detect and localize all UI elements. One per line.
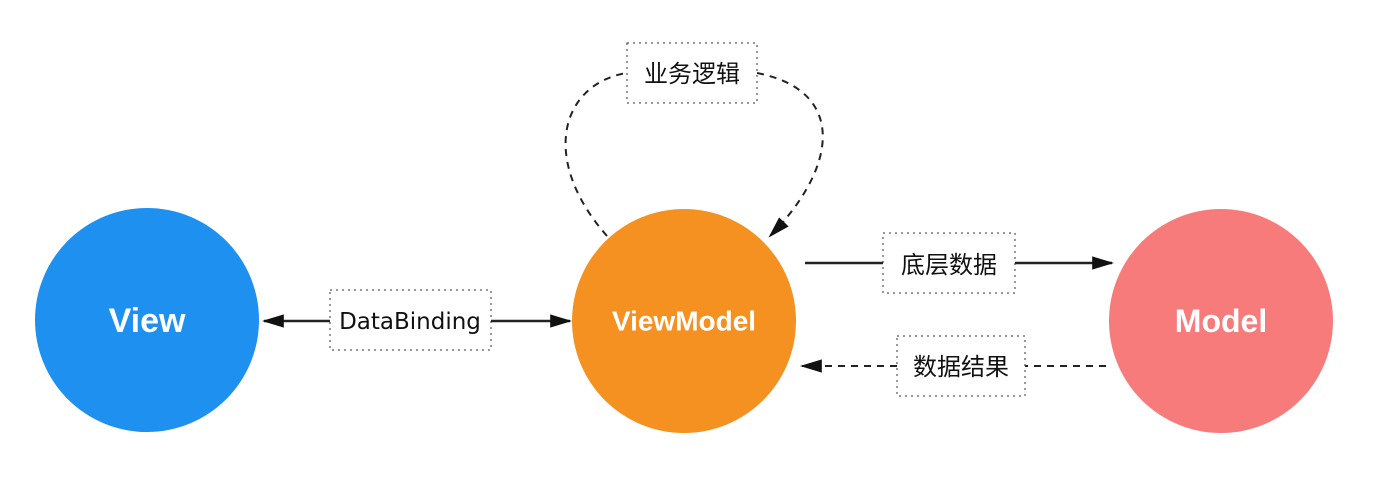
model-label: Model	[1175, 303, 1267, 339]
data-result-text: 数据结果	[913, 353, 1009, 381]
model-node: Model	[1109, 209, 1333, 433]
underlying-data-label: 底层数据	[882, 232, 1016, 294]
view-label: View	[109, 302, 186, 340]
business-logic-label: 业务逻辑	[626, 42, 758, 104]
business-logic-loop	[564, 72, 627, 237]
viewmodel-node: ViewModel	[572, 209, 796, 433]
databinding-text: DataBinding	[339, 309, 481, 335]
underlying-data-text: 底层数据	[901, 251, 997, 279]
databinding-label: DataBinding	[329, 289, 492, 351]
data-result-label: 数据结果	[896, 335, 1026, 397]
mvvm-diagram: View ViewModel Model 业务逻辑 DataBinding 底层…	[35, 42, 1333, 433]
business-logic-loop-return	[756, 72, 824, 238]
business-logic-text: 业务逻辑	[644, 60, 740, 88]
view-node: View	[35, 208, 259, 432]
viewmodel-label: ViewModel	[612, 306, 756, 337]
